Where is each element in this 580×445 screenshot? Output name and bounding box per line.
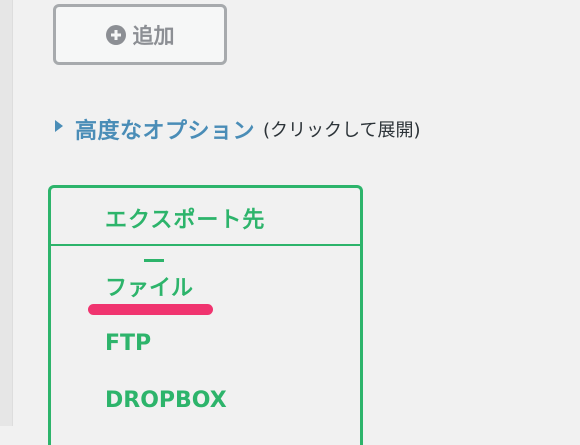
export-option-ftp[interactable]: FTP bbox=[105, 331, 151, 356]
export-destination-panel: エクスポート先 ファイル FTP DROPBOX bbox=[48, 185, 363, 445]
add-button[interactable]: 追加 bbox=[53, 4, 227, 65]
advanced-options-toggle[interactable]: 高度なオプション (クリックして展開) bbox=[55, 113, 421, 145]
export-option-file[interactable]: ファイル bbox=[105, 270, 193, 302]
export-destination-header: エクスポート先 bbox=[51, 188, 360, 246]
export-destination-title: エクスポート先 bbox=[105, 207, 266, 233]
export-option-dropbox[interactable]: DROPBOX bbox=[105, 388, 227, 413]
add-button-label: 追加 bbox=[132, 23, 175, 48]
plus-circle-icon bbox=[105, 24, 126, 45]
triangle-right-icon bbox=[55, 120, 63, 132]
left-divider bbox=[0, 0, 13, 426]
highlight-underline bbox=[88, 304, 213, 315]
selected-tab-marker bbox=[144, 259, 164, 262]
advanced-options-hint: (クリックして展開) bbox=[263, 120, 421, 141]
advanced-options-title[interactable]: 高度なオプション bbox=[75, 113, 255, 145]
